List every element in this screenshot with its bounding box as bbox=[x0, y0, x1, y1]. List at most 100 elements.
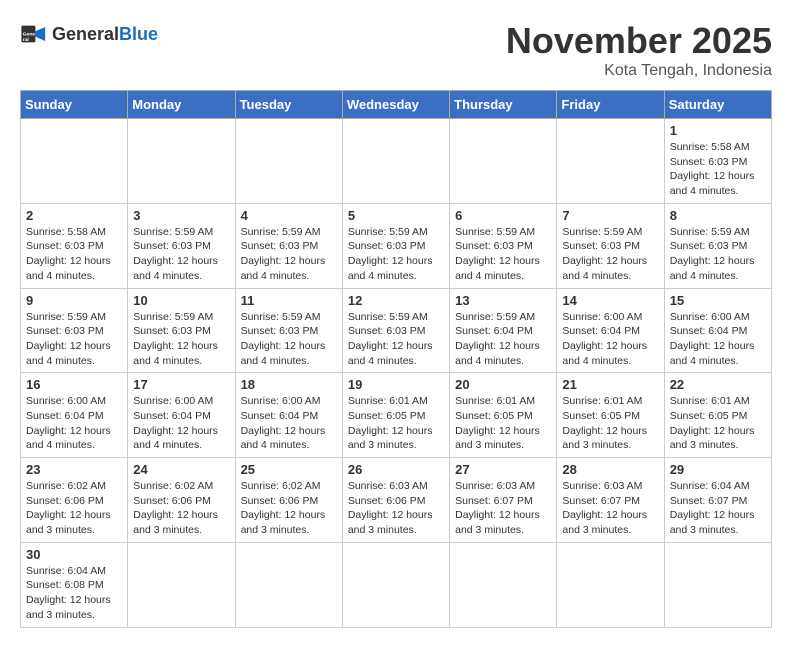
calendar-week-row: 1 Sunrise: 5:58 AM Sunset: 6:03 PM Daylig… bbox=[21, 119, 772, 204]
calendar-cell: 2Sunrise: 5:58 AM Sunset: 6:03 PM Daylig… bbox=[21, 203, 128, 288]
day-info: Sunrise: 5:59 AM Sunset: 6:03 PM Dayligh… bbox=[133, 310, 229, 369]
calendar-cell: 10 Sunrise: 5:59 AM Sunset: 6:03 PM Dayli… bbox=[128, 288, 235, 373]
day-info: Sunrise: 6:01 AM Sunset: 6:05 PM Dayligh… bbox=[670, 394, 766, 453]
calendar-cell bbox=[664, 542, 771, 627]
calendar-cell: 18Sunrise: 6:00 AM Sunset: 6:04 PM Dayli… bbox=[235, 373, 342, 458]
day-number: 29 bbox=[670, 462, 766, 477]
calendar: SundayMondayTuesdayWednesdayThursdayFrid… bbox=[20, 90, 772, 628]
day-number: 11 bbox=[241, 293, 337, 308]
logo: Gene ral GeneralBlue bbox=[20, 20, 158, 48]
calendar-cell: 16 Sunrise: 6:00 AM Sunset: 6:04 PM Dayli… bbox=[21, 373, 128, 458]
calendar-cell: 19Sunrise: 6:01 AM Sunset: 6:05 PM Dayli… bbox=[342, 373, 449, 458]
day-info: Sunrise: 6:00 AM Sunset: 6:04 PM Dayligh… bbox=[26, 394, 122, 453]
calendar-cell: 26 Sunrise: 6:03 AM Sunset: 6:06 PM Dayli… bbox=[342, 458, 449, 543]
subtitle: Kota Tengah, Indonesia bbox=[506, 62, 772, 80]
calendar-cell: 24Sunrise: 6:02 AM Sunset: 6:06 PM Dayli… bbox=[128, 458, 235, 543]
main-title: November 2025 bbox=[506, 20, 772, 62]
day-number: 8 bbox=[670, 208, 766, 223]
calendar-cell bbox=[557, 542, 664, 627]
calendar-cell bbox=[128, 542, 235, 627]
day-number: 1 bbox=[670, 123, 766, 138]
day-number: 6 bbox=[455, 208, 551, 223]
calendar-cell: 28Sunrise: 6:03 AM Sunset: 6:07 PM Dayli… bbox=[557, 458, 664, 543]
day-info: Sunrise: 5:59 AM Sunset: 6:03 PM Dayligh… bbox=[241, 225, 337, 284]
day-info: Sunrise: 6:01 AM Sunset: 6:05 PM Dayligh… bbox=[348, 394, 444, 453]
day-info: Sunrise: 5:59 AM Sunset: 6:03 PM Dayligh… bbox=[241, 310, 337, 369]
day-info: Sunrise: 6:03 AM Sunset: 6:07 PM Dayligh… bbox=[455, 479, 551, 538]
calendar-cell bbox=[450, 542, 557, 627]
day-number: 4 bbox=[241, 208, 337, 223]
calendar-cell: 1 Sunrise: 5:58 AM Sunset: 6:03 PM Daylig… bbox=[664, 119, 771, 204]
calendar-cell: 15 Sunrise: 6:00 AM Sunset: 6:04 PM Dayli… bbox=[664, 288, 771, 373]
calendar-cell: 3 Sunrise: 5:59 AM Sunset: 6:03 PM Daylig… bbox=[128, 203, 235, 288]
day-info: Sunrise: 5:58 AM Sunset: 6:03 PM Dayligh… bbox=[670, 140, 766, 199]
calendar-cell: 17 Sunrise: 6:00 AM Sunset: 6:04 PM Dayli… bbox=[128, 373, 235, 458]
calendar-cell: 30Sunrise: 6:04 AM Sunset: 6:08 PM Dayli… bbox=[21, 542, 128, 627]
day-number: 26 bbox=[348, 462, 444, 477]
logo-icon: Gene ral bbox=[20, 20, 48, 48]
day-number: 15 bbox=[670, 293, 766, 308]
calendar-cell: 11 Sunrise: 5:59 AM Sunset: 6:03 PM Dayli… bbox=[235, 288, 342, 373]
calendar-cell: 9 Sunrise: 5:59 AM Sunset: 6:03 PM Daylig… bbox=[21, 288, 128, 373]
calendar-cell: 4 Sunrise: 5:59 AM Sunset: 6:03 PM Daylig… bbox=[235, 203, 342, 288]
day-info: Sunrise: 5:59 AM Sunset: 6:03 PM Dayligh… bbox=[348, 225, 444, 284]
column-header-thursday: Thursday bbox=[450, 91, 557, 119]
calendar-cell bbox=[128, 119, 235, 204]
calendar-cell bbox=[450, 119, 557, 204]
day-info: Sunrise: 6:02 AM Sunset: 6:06 PM Dayligh… bbox=[241, 479, 337, 538]
calendar-cell bbox=[21, 119, 128, 204]
day-number: 3 bbox=[133, 208, 229, 223]
calendar-cell: 14 Sunrise: 6:00 AM Sunset: 6:04 PM Dayli… bbox=[557, 288, 664, 373]
day-number: 10 bbox=[133, 293, 229, 308]
calendar-cell: 6 Sunrise: 5:59 AM Sunset: 6:03 PM Daylig… bbox=[450, 203, 557, 288]
day-info: Sunrise: 6:03 AM Sunset: 6:06 PM Dayligh… bbox=[348, 479, 444, 538]
day-number: 18 bbox=[241, 377, 337, 392]
calendar-cell: 5Sunrise: 5:59 AM Sunset: 6:03 PM Daylig… bbox=[342, 203, 449, 288]
calendar-cell: 22 Sunrise: 6:01 AM Sunset: 6:05 PM Dayli… bbox=[664, 373, 771, 458]
day-info: Sunrise: 6:00 AM Sunset: 6:04 PM Dayligh… bbox=[562, 310, 658, 369]
calendar-cell: 29Sunrise: 6:04 AM Sunset: 6:07 PM Dayli… bbox=[664, 458, 771, 543]
column-header-monday: Monday bbox=[128, 91, 235, 119]
day-info: Sunrise: 6:01 AM Sunset: 6:05 PM Dayligh… bbox=[562, 394, 658, 453]
logo-general: General bbox=[52, 24, 119, 44]
header: Gene ral GeneralBlue November 2025 Kota … bbox=[20, 20, 772, 80]
calendar-cell bbox=[342, 542, 449, 627]
calendar-cell bbox=[342, 119, 449, 204]
calendar-cell: 25 Sunrise: 6:02 AM Sunset: 6:06 PM Dayli… bbox=[235, 458, 342, 543]
logo-blue: Blue bbox=[119, 24, 158, 44]
day-info: Sunrise: 6:00 AM Sunset: 6:04 PM Dayligh… bbox=[133, 394, 229, 453]
day-info: Sunrise: 5:59 AM Sunset: 6:03 PM Dayligh… bbox=[455, 225, 551, 284]
svg-text:ral: ral bbox=[23, 37, 30, 43]
day-number: 7 bbox=[562, 208, 658, 223]
calendar-week-row: 23 Sunrise: 6:02 AM Sunset: 6:06 PM Dayli… bbox=[21, 458, 772, 543]
column-header-sunday: Sunday bbox=[21, 91, 128, 119]
calendar-week-row: 16 Sunrise: 6:00 AM Sunset: 6:04 PM Dayli… bbox=[21, 373, 772, 458]
calendar-week-row: 30Sunrise: 6:04 AM Sunset: 6:08 PM Dayli… bbox=[21, 542, 772, 627]
day-info: Sunrise: 5:59 AM Sunset: 6:03 PM Dayligh… bbox=[348, 310, 444, 369]
day-number: 14 bbox=[562, 293, 658, 308]
calendar-cell: 12 Sunrise: 5:59 AM Sunset: 6:03 PM Dayli… bbox=[342, 288, 449, 373]
day-info: Sunrise: 5:59 AM Sunset: 6:03 PM Dayligh… bbox=[670, 225, 766, 284]
day-number: 30 bbox=[26, 547, 122, 562]
calendar-cell bbox=[235, 542, 342, 627]
day-info: Sunrise: 5:59 AM Sunset: 6:04 PM Dayligh… bbox=[455, 310, 551, 369]
column-header-tuesday: Tuesday bbox=[235, 91, 342, 119]
column-header-friday: Friday bbox=[557, 91, 664, 119]
column-header-saturday: Saturday bbox=[664, 91, 771, 119]
day-number: 16 bbox=[26, 377, 122, 392]
day-number: 17 bbox=[133, 377, 229, 392]
day-info: Sunrise: 5:59 AM Sunset: 6:03 PM Dayligh… bbox=[26, 310, 122, 369]
day-number: 25 bbox=[241, 462, 337, 477]
day-number: 23 bbox=[26, 462, 122, 477]
day-info: Sunrise: 6:02 AM Sunset: 6:06 PM Dayligh… bbox=[133, 479, 229, 538]
day-number: 9 bbox=[26, 293, 122, 308]
day-number: 12 bbox=[348, 293, 444, 308]
day-info: Sunrise: 5:59 AM Sunset: 6:03 PM Dayligh… bbox=[133, 225, 229, 284]
day-number: 2 bbox=[26, 208, 122, 223]
day-number: 22 bbox=[670, 377, 766, 392]
day-info: Sunrise: 6:00 AM Sunset: 6:04 PM Dayligh… bbox=[670, 310, 766, 369]
column-header-wednesday: Wednesday bbox=[342, 91, 449, 119]
calendar-week-row: 9 Sunrise: 5:59 AM Sunset: 6:03 PM Daylig… bbox=[21, 288, 772, 373]
day-info: Sunrise: 6:03 AM Sunset: 6:07 PM Dayligh… bbox=[562, 479, 658, 538]
title-section: November 2025 Kota Tengah, Indonesia bbox=[506, 20, 772, 80]
